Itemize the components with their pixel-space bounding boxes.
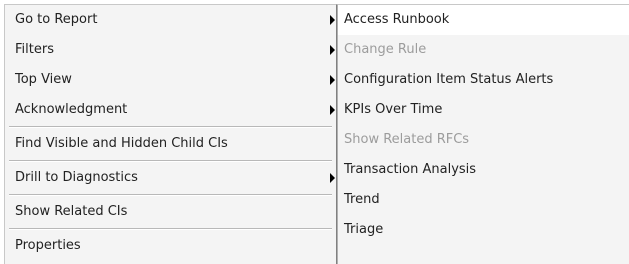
menu-separator xyxy=(9,126,332,128)
menu-item-find-visible-hidden-child-cis[interactable]: Find Visible and Hidden Child CIs xyxy=(5,129,336,159)
submenu-item-transaction-analysis[interactable]: Transaction Analysis xyxy=(338,155,629,185)
submenu-item-change-rule: Change Rule xyxy=(338,35,629,65)
submenu-item-access-runbook[interactable]: Access Runbook xyxy=(338,5,629,35)
submenu-item-triage[interactable]: Triage xyxy=(338,215,629,245)
submenu-arrow-icon xyxy=(330,15,335,25)
submenu-item-label: KPIs Over Time xyxy=(344,102,443,117)
submenu-item-label: Change Rule xyxy=(344,42,427,57)
submenu-item-kpis-over-time[interactable]: KPIs Over Time xyxy=(338,95,629,125)
menu-item-label: Properties xyxy=(15,238,81,253)
submenu-item-configuration-item-status-alerts[interactable]: Configuration Item Status Alerts xyxy=(338,65,629,95)
submenu-arrow-icon xyxy=(330,105,335,115)
menu-item-top-view[interactable]: Top View xyxy=(5,65,336,95)
submenu-item-show-related-rfcs: Show Related RFCs xyxy=(338,125,629,155)
menu-item-filters[interactable]: Filters xyxy=(5,35,336,65)
menu-item-label: Filters xyxy=(15,42,54,57)
menu-separator xyxy=(9,228,332,230)
submenu-item-label: Configuration Item Status Alerts xyxy=(344,72,554,87)
submenu-item-label: Access Runbook xyxy=(344,12,450,27)
menu-item-label: Drill to Diagnostics xyxy=(15,170,138,185)
context-menu: Go to Report Filters Top View Acknowledg… xyxy=(4,4,337,264)
menu-separator xyxy=(9,160,332,162)
menu-item-go-to-report[interactable]: Go to Report xyxy=(5,5,336,35)
menu-item-label: Find Visible and Hidden Child CIs xyxy=(15,136,228,151)
go-to-report-submenu: Access Runbook Change Rule Configuration… xyxy=(337,4,629,264)
menu-separator xyxy=(9,194,332,196)
menu-item-label: Top View xyxy=(15,72,72,87)
menu-item-label: Acknowledgment xyxy=(15,102,128,117)
menu-item-drill-to-diagnostics[interactable]: Drill to Diagnostics xyxy=(5,163,336,193)
submenu-item-label: Show Related RFCs xyxy=(344,132,470,147)
submenu-item-label: Trend xyxy=(344,192,380,207)
menu-item-properties[interactable]: Properties xyxy=(5,231,336,261)
submenu-item-label: Transaction Analysis xyxy=(344,162,477,177)
menu-item-show-related-cis[interactable]: Show Related CIs xyxy=(5,197,336,227)
submenu-item-trend[interactable]: Trend xyxy=(338,185,629,215)
menu-item-label: Show Related CIs xyxy=(15,204,128,219)
menu-item-label: Go to Report xyxy=(15,12,98,27)
menu-item-acknowledgment[interactable]: Acknowledgment xyxy=(5,95,336,125)
submenu-arrow-icon xyxy=(330,75,335,85)
submenu-item-label: Triage xyxy=(344,222,384,237)
submenu-arrow-icon xyxy=(330,173,335,183)
submenu-arrow-icon xyxy=(330,45,335,55)
